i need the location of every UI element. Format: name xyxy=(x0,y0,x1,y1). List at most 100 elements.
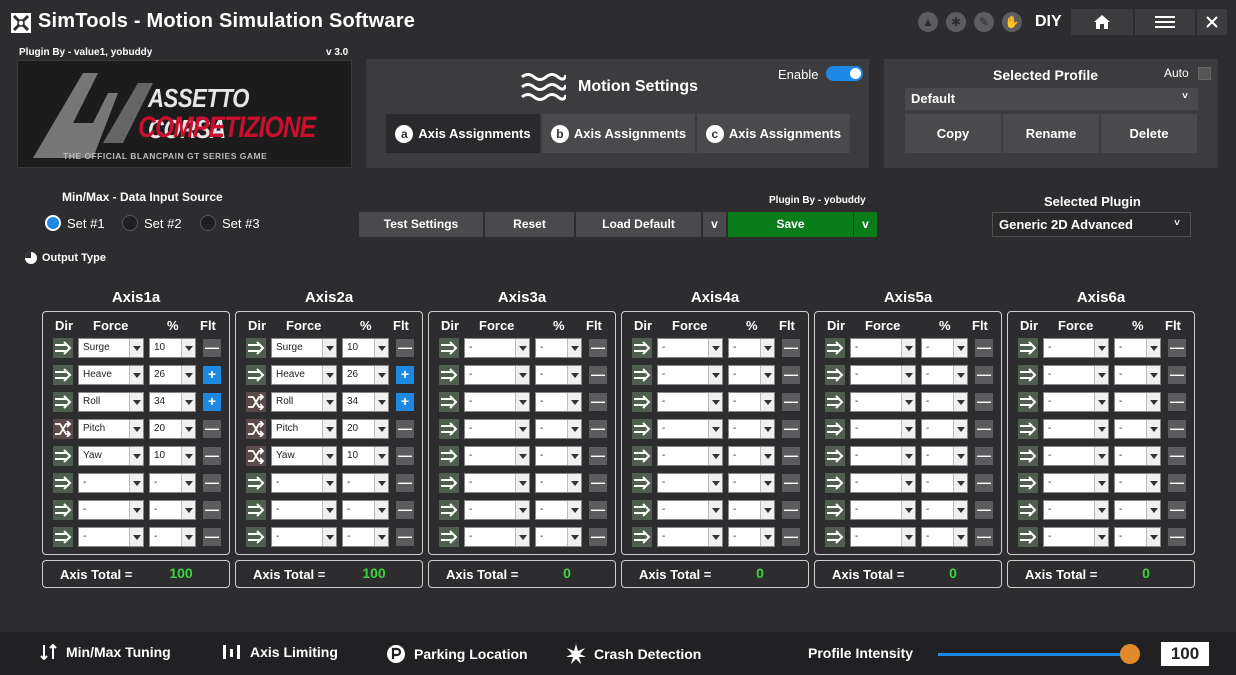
percent-dropdown[interactable]: - xyxy=(535,446,582,466)
forward-direction-icon[interactable] xyxy=(825,446,845,466)
parking-location-button[interactable]: Parking Location xyxy=(386,644,528,664)
filter-minus-icon[interactable]: — xyxy=(1168,339,1186,357)
load-default-button[interactable]: Load Default xyxy=(576,212,701,237)
filter-plus-icon[interactable]: + xyxy=(396,366,414,384)
force-dropdown[interactable]: - xyxy=(657,419,723,439)
force-dropdown[interactable]: - xyxy=(850,446,916,466)
filter-minus-icon[interactable]: — xyxy=(589,366,607,384)
force-dropdown[interactable]: Surge xyxy=(78,338,144,358)
force-dropdown[interactable]: Heave xyxy=(271,365,337,385)
force-dropdown[interactable]: - xyxy=(1043,527,1109,547)
forward-direction-icon[interactable] xyxy=(825,527,845,547)
force-dropdown[interactable]: - xyxy=(1043,473,1109,493)
percent-dropdown[interactable]: - xyxy=(149,473,196,493)
percent-dropdown[interactable]: - xyxy=(921,473,968,493)
force-dropdown[interactable]: - xyxy=(850,473,916,493)
force-dropdown[interactable]: - xyxy=(464,473,530,493)
force-dropdown[interactable]: - xyxy=(271,473,337,493)
forward-direction-icon[interactable] xyxy=(1018,365,1038,385)
percent-dropdown[interactable]: - xyxy=(728,419,775,439)
percent-dropdown[interactable]: - xyxy=(921,365,968,385)
filter-minus-icon[interactable]: — xyxy=(975,339,993,357)
profile-dropdown[interactable]: Default ˅ xyxy=(905,88,1198,110)
percent-dropdown[interactable]: - xyxy=(535,365,582,385)
forward-direction-icon[interactable] xyxy=(53,473,73,493)
percent-dropdown[interactable]: - xyxy=(535,338,582,358)
force-dropdown[interactable]: Pitch xyxy=(78,419,144,439)
filter-minus-icon[interactable]: — xyxy=(1168,474,1186,492)
percent-dropdown[interactable]: - xyxy=(342,527,389,547)
forward-direction-icon[interactable] xyxy=(1018,446,1038,466)
percent-dropdown[interactable]: - xyxy=(149,527,196,547)
percent-dropdown[interactable]: 34 xyxy=(149,392,196,412)
percent-dropdown[interactable]: 20 xyxy=(342,419,389,439)
filter-minus-icon[interactable]: — xyxy=(396,474,414,492)
force-dropdown[interactable]: - xyxy=(657,527,723,547)
force-dropdown[interactable]: - xyxy=(1043,338,1109,358)
forward-direction-icon[interactable] xyxy=(53,365,73,385)
filter-minus-icon[interactable]: — xyxy=(589,447,607,465)
force-dropdown[interactable]: - xyxy=(78,473,144,493)
percent-dropdown[interactable]: - xyxy=(921,419,968,439)
profile-intensity-value[interactable]: 100 xyxy=(1161,642,1209,666)
filter-minus-icon[interactable]: — xyxy=(782,474,800,492)
crash-detection-button[interactable]: Crash Detection xyxy=(566,644,701,664)
filter-minus-icon[interactable]: — xyxy=(1168,366,1186,384)
filter-minus-icon[interactable]: — xyxy=(203,339,221,357)
force-dropdown[interactable]: - xyxy=(1043,392,1109,412)
forward-direction-icon[interactable] xyxy=(825,419,845,439)
force-dropdown[interactable]: - xyxy=(850,392,916,412)
filter-minus-icon[interactable]: — xyxy=(782,420,800,438)
force-dropdown[interactable]: - xyxy=(850,419,916,439)
forward-direction-icon[interactable] xyxy=(632,392,652,412)
filter-minus-icon[interactable]: — xyxy=(1168,420,1186,438)
percent-dropdown[interactable]: - xyxy=(728,473,775,493)
forward-direction-icon[interactable] xyxy=(246,500,266,520)
percent-dropdown[interactable]: - xyxy=(728,527,775,547)
filter-minus-icon[interactable]: — xyxy=(396,528,414,546)
forward-direction-icon[interactable] xyxy=(632,419,652,439)
force-dropdown[interactable]: - xyxy=(464,500,530,520)
filter-minus-icon[interactable]: — xyxy=(1168,393,1186,411)
forward-direction-icon[interactable] xyxy=(632,473,652,493)
delete-button[interactable]: Delete xyxy=(1101,114,1197,153)
force-dropdown[interactable]: Roll xyxy=(271,392,337,412)
filter-minus-icon[interactable]: — xyxy=(782,393,800,411)
percent-dropdown[interactable]: - xyxy=(535,500,582,520)
filter-minus-icon[interactable]: — xyxy=(396,447,414,465)
radio-set-1[interactable]: Set #1 xyxy=(45,215,105,231)
percent-dropdown[interactable]: 10 xyxy=(149,338,196,358)
forward-direction-icon[interactable] xyxy=(53,392,73,412)
filter-plus-icon[interactable]: + xyxy=(396,393,414,411)
axis-limiting-button[interactable]: Axis Limiting xyxy=(222,644,338,660)
filter-plus-icon[interactable]: + xyxy=(203,393,221,411)
percent-dropdown[interactable]: 26 xyxy=(342,365,389,385)
radio-set-2[interactable]: Set #2 xyxy=(122,215,182,231)
filter-minus-icon[interactable]: — xyxy=(589,528,607,546)
percent-dropdown[interactable]: - xyxy=(728,446,775,466)
percent-dropdown[interactable]: - xyxy=(728,500,775,520)
percent-dropdown[interactable]: - xyxy=(1114,419,1161,439)
percent-dropdown[interactable]: 10 xyxy=(342,446,389,466)
save-dropdown-button[interactable]: v xyxy=(853,212,877,237)
test-settings-button[interactable]: Test Settings xyxy=(359,212,483,237)
radio-set-3[interactable]: Set #3 xyxy=(200,215,260,231)
forward-direction-icon[interactable] xyxy=(632,527,652,547)
percent-dropdown[interactable]: 10 xyxy=(342,338,389,358)
forward-direction-icon[interactable] xyxy=(246,338,266,358)
percent-dropdown[interactable]: - xyxy=(921,527,968,547)
force-dropdown[interactable]: - xyxy=(464,446,530,466)
percent-dropdown[interactable]: - xyxy=(921,446,968,466)
forward-direction-icon[interactable] xyxy=(53,338,73,358)
percent-dropdown[interactable]: - xyxy=(1114,365,1161,385)
forward-direction-icon[interactable] xyxy=(632,446,652,466)
min-max-tuning-button[interactable]: Min/Max Tuning xyxy=(40,644,171,660)
hand-icon[interactable]: ✋ xyxy=(1002,12,1022,32)
forward-direction-icon[interactable] xyxy=(53,527,73,547)
filter-minus-icon[interactable]: — xyxy=(782,528,800,546)
percent-dropdown[interactable]: 20 xyxy=(149,419,196,439)
force-dropdown[interactable]: - xyxy=(1043,446,1109,466)
home-button[interactable] xyxy=(1071,9,1133,35)
percent-dropdown[interactable]: - xyxy=(1114,338,1161,358)
forward-direction-icon[interactable] xyxy=(1018,419,1038,439)
